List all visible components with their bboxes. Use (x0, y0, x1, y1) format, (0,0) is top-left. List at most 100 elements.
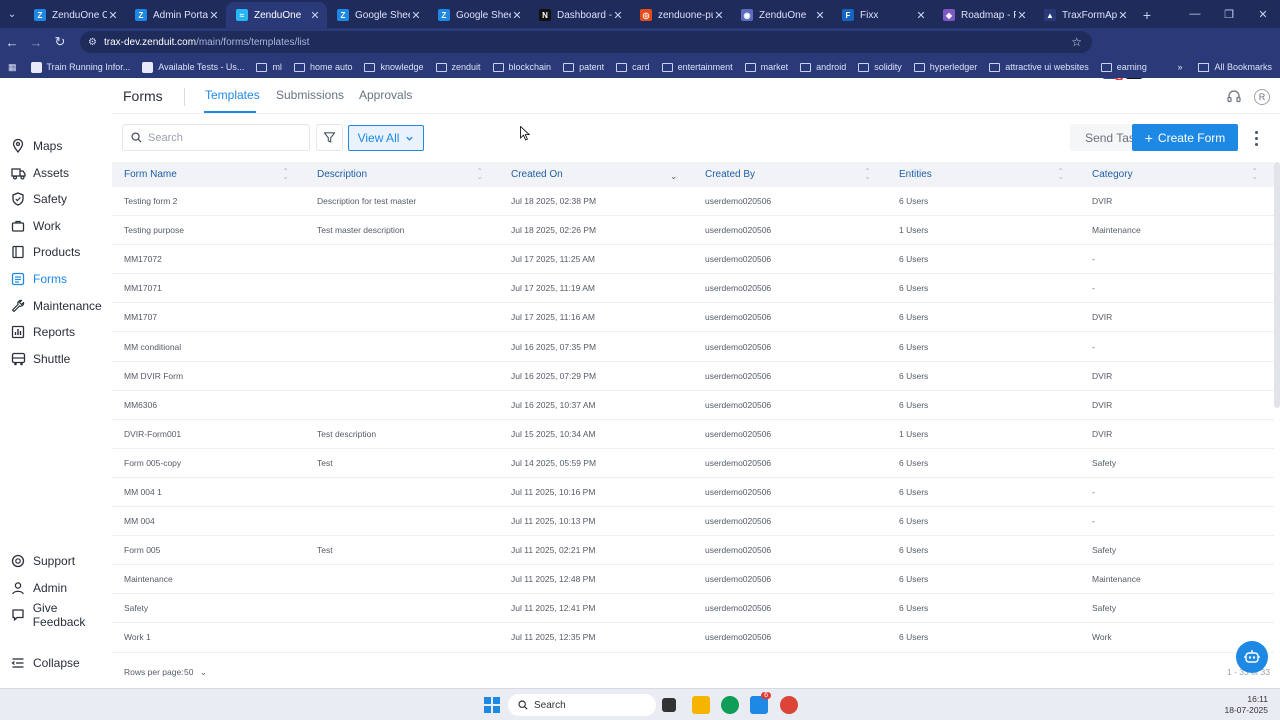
edge-icon[interactable] (721, 696, 739, 714)
sidebar-item-assets[interactable]: Assets (10, 162, 69, 184)
rows-per-page-select[interactable]: 50 ⌄ (184, 667, 207, 678)
sidebar-item-maintenance[interactable]: Maintenance (10, 295, 102, 317)
system-clock[interactable]: 16:11 18-07-2025 (1225, 694, 1268, 716)
tab-close-icon[interactable]: ✕ (107, 9, 119, 22)
sort-icon[interactable]: ⌃ ⌄ (476, 168, 483, 181)
column-header-form-name[interactable]: Form Name ⌃ ⌄ (112, 162, 305, 187)
sidebar-item-support[interactable]: Support (10, 550, 75, 572)
sort-icon[interactable]: ⌃ ⌄ (1251, 168, 1258, 181)
forward-icon[interactable]: → (24, 28, 48, 56)
assistant-bot-button[interactable] (1236, 641, 1268, 673)
tab-close-icon[interactable]: ✕ (410, 9, 422, 22)
bookmark-item[interactable]: android (800, 62, 846, 72)
more-bookmarks-icon[interactable]: » (1177, 62, 1182, 72)
sidebar-item-collapse[interactable]: Collapse (10, 652, 80, 674)
tab-close-icon[interactable]: ✕ (511, 9, 523, 22)
table-row[interactable]: Form 005-copy Test Jul 14 2025, 05:59 PM us… (112, 449, 1274, 478)
sort-icon[interactable]: ⌃ ⌄ (282, 168, 289, 181)
browser-tab[interactable]: ▲ TraxFormApp ✕ (1034, 2, 1135, 28)
site-info-icon[interactable]: ⚙ (88, 37, 104, 48)
browser-tab[interactable]: Z ZenduOne Co✕ (24, 2, 125, 28)
tab-close-icon[interactable]: ✕ (612, 9, 624, 22)
bookmark-item[interactable]: blockchain (492, 62, 551, 72)
tab-close-icon[interactable]: ✕ (1117, 9, 1129, 22)
bookmark-item[interactable]: hyperledger (913, 62, 977, 72)
column-header-created-on[interactable]: Created On ⌄ (499, 162, 693, 187)
windows-start-icon[interactable] (484, 697, 500, 713)
table-row[interactable]: MM1707 Jul 17 2025, 11:16 AM userdemo02050… (112, 303, 1274, 333)
column-header-created-by[interactable]: Created By ⌃ ⌄ (693, 162, 887, 187)
column-header-entities[interactable]: Entities ⌃ ⌄ (887, 162, 1080, 187)
tab-templates[interactable]: Templates (205, 88, 260, 102)
tab-search-icon[interactable]: ⌄ (0, 0, 24, 28)
browser-tab[interactable]: ◈ Roadmap - Fe✕ (933, 2, 1034, 28)
sort-icon[interactable]: ⌃ ⌄ (864, 168, 871, 181)
column-header-description[interactable]: Description ⌃ ⌄ (305, 162, 499, 187)
chrome-icon[interactable] (780, 696, 798, 714)
table-row[interactable]: MM 004 1 Jul 11 2025, 10:16 PM userdemo020… (112, 478, 1274, 508)
tab-close-icon[interactable]: ✕ (915, 9, 927, 22)
taskbar-search[interactable]: Search (508, 694, 656, 716)
bookmark-item[interactable]: knowledge (364, 62, 424, 72)
browser-tab[interactable]: Z Google Sheets✕ (428, 2, 529, 28)
table-row[interactable]: Testing purpose Test master description Ju… (112, 216, 1274, 246)
table-row[interactable]: MM 004 Jul 11 2025, 10:13 PM userdemo02050… (112, 507, 1274, 537)
browser-tab[interactable]: ≈ ZenduOne ✕ (226, 2, 327, 28)
column-header-category[interactable]: Category ⌃ ⌄ (1080, 162, 1274, 187)
task-view-icon[interactable] (662, 698, 676, 712)
table-row[interactable]: MM6306 Jul 16 2025, 10:37 AM userdemo02050… (112, 391, 1274, 420)
bookmark-item[interactable]: attractive ui websites (989, 62, 1089, 72)
sidebar-item-give-feedback[interactable]: Give Feedback (10, 601, 112, 629)
sidebar-item-products[interactable]: Products (10, 241, 80, 263)
sidebar-item-forms[interactable]: Forms (10, 268, 67, 290)
close-window-icon[interactable]: ✕ (1246, 0, 1280, 28)
headset-icon[interactable] (1226, 89, 1242, 105)
sidebar-item-reports[interactable]: Reports (10, 321, 75, 343)
bookmark-item[interactable]: earning (1100, 62, 1147, 72)
bookmark-item[interactable]: ml (256, 62, 282, 72)
browser-tab[interactable]: Z Google Sheets✕ (327, 2, 428, 28)
tab-close-icon[interactable]: ✕ (814, 9, 826, 22)
table-row[interactable]: MM17072 Jul 17 2025, 11:25 AM userdemo0205… (112, 245, 1274, 275)
sort-icon[interactable]: ⌃ ⌄ (1057, 168, 1064, 181)
tab-close-icon[interactable]: ✕ (208, 9, 220, 22)
tab-submissions[interactable]: Submissions (276, 88, 344, 102)
bookmark-item[interactable]: card (616, 62, 650, 72)
browser-tab[interactable]: ◉ ZenduOne ✕ (731, 2, 832, 28)
bookmark-item[interactable]: solidity (858, 62, 902, 72)
all-bookmarks-link[interactable]: All Bookmarks (1214, 62, 1272, 72)
browser-tab[interactable]: F Fixx ✕ (832, 2, 933, 28)
back-icon[interactable]: ← (0, 28, 24, 56)
create-form-button[interactable]: + Create Form (1132, 124, 1238, 151)
filter-button[interactable] (316, 124, 343, 151)
table-row[interactable]: MM17071 Jul 17 2025, 11:19 AM userdemo0205… (112, 274, 1274, 304)
bookmark-item[interactable]: Train Running Infor... (30, 61, 130, 73)
table-row[interactable]: MM conditional Jul 16 2025, 07:35 PM userd… (112, 332, 1274, 362)
sort-desc-icon[interactable]: ⌄ (670, 169, 677, 181)
more-options-icon[interactable] (1246, 126, 1266, 150)
bookmark-item[interactable]: home auto (293, 62, 352, 72)
user-avatar[interactable]: R (1254, 89, 1270, 105)
reload-icon[interactable]: ↻ (48, 28, 72, 56)
sidebar-item-work[interactable]: Work (10, 215, 61, 237)
search-input[interactable] (148, 131, 298, 144)
browser-tab[interactable]: N Dashboard - N✕ (529, 2, 630, 28)
sidebar-item-safety[interactable]: Safety (10, 188, 67, 210)
table-row[interactable]: Form 005 Test Jul 11 2025, 02:21 PM userdem… (112, 536, 1274, 566)
browser-tab[interactable]: ◎ zenduone-pub✕ (630, 2, 731, 28)
tab-close-icon[interactable]: ✕ (309, 9, 321, 22)
minimize-icon[interactable]: — (1178, 0, 1212, 28)
table-row[interactable]: Safety Jul 11 2025, 12:41 PM userdemo02050… (112, 594, 1274, 624)
bookmark-item[interactable]: patent (563, 62, 604, 72)
table-row[interactable]: DVIR-Form001 Test description Jul 15 2025,… (112, 420, 1274, 449)
sidebar-item-maps[interactable]: Maps (10, 135, 62, 157)
new-tab-button[interactable]: + (1135, 2, 1159, 28)
table-row[interactable]: Work 1 Jul 11 2025, 12:35 PM userdemo02050… (112, 623, 1274, 653)
sidebar-item-admin[interactable]: Admin (10, 577, 67, 599)
bookmark-item[interactable]: zenduit (435, 62, 481, 72)
maximize-icon[interactable]: ❐ (1212, 0, 1246, 28)
browser-tab[interactable]: Z Admin Portal ✕ (125, 2, 226, 28)
bookmark-star-icon[interactable]: ☆ (1071, 35, 1082, 49)
bookmark-item[interactable]: Available Tests - Us... (142, 61, 244, 73)
bookmark-item[interactable]: market (744, 62, 788, 72)
